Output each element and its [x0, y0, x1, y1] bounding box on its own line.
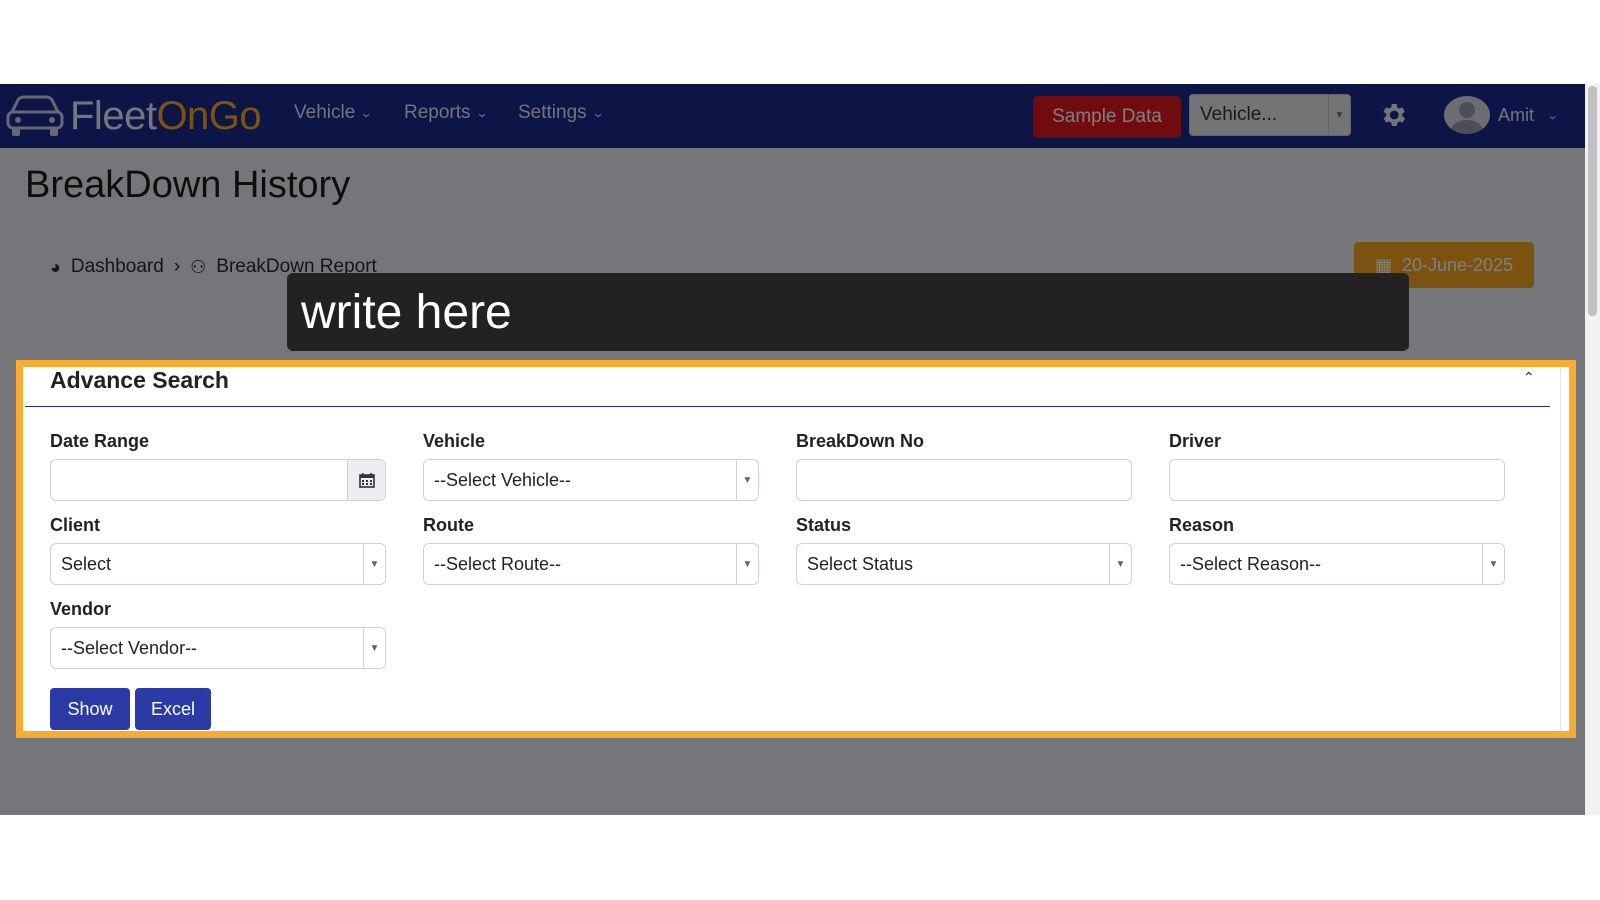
- breakdown-no-label: BreakDown No: [796, 431, 925, 451]
- car-logo-icon: [6, 95, 64, 136]
- vendor-select[interactable]: --Select Vendor-- ▼: [50, 627, 386, 669]
- vehicle-quick-select[interactable]: Vehicle... ▼: [1189, 94, 1351, 136]
- chevron-down-icon: ⌄: [475, 106, 489, 120]
- driver-input[interactable]: [1169, 459, 1505, 501]
- route-label: Route: [423, 515, 474, 535]
- dropdown-arrow-icon: ▼: [736, 460, 758, 500]
- page-scrollbar[interactable]: [1585, 84, 1600, 815]
- vehicle-select[interactable]: --Select Vehicle-- ▼: [423, 459, 759, 501]
- advance-search-title: Advance Search: [50, 367, 229, 393]
- dropdown-arrow-icon: ▼: [363, 628, 385, 668]
- vendor-select-value: --Select Vendor--: [61, 637, 198, 658]
- reason-select[interactable]: --Select Reason-- ▼: [1169, 543, 1505, 585]
- reason-select-value: --Select Reason--: [1180, 553, 1322, 574]
- nav-reports-menu[interactable]: Reports ⌄: [404, 102, 489, 124]
- gear-icon[interactable]: [1378, 100, 1408, 130]
- chevron-down-icon: ⌄: [1546, 109, 1559, 122]
- dashboard-icon: ◕: [50, 256, 61, 277]
- vehicle-label: Vehicle: [423, 431, 486, 451]
- status-select-value: Select Status: [807, 553, 914, 574]
- top-navbar: FleetOnGo Vehicle ⌄ Reports ⌄ Settings ⌄…: [0, 84, 1585, 148]
- show-button[interactable]: Show: [50, 688, 130, 730]
- vehicle-quick-select-value: Vehicle...: [1200, 104, 1278, 125]
- breadcrumb-dashboard[interactable]: Dashboard: [71, 256, 164, 278]
- breadcrumb-separator: ›: [173, 256, 181, 277]
- nav-vehicle-label: Vehicle: [294, 102, 356, 123]
- nav-vehicle-menu[interactable]: Vehicle ⌄: [294, 102, 373, 124]
- nav-settings-menu[interactable]: Settings ⌄: [518, 102, 605, 124]
- user-name: Amit: [1498, 104, 1534, 125]
- date-badge-text: 20-June-2025: [1401, 254, 1514, 275]
- client-label: Client: [50, 515, 101, 535]
- logo[interactable]: FleetOnGo: [4, 92, 262, 140]
- route-select-value: --Select Route--: [434, 553, 562, 574]
- logo-text-ongo: OnGo: [156, 94, 262, 138]
- scrollbar-thumb[interactable]: [1588, 86, 1597, 316]
- logo-text-fleet: Fleet: [70, 94, 157, 138]
- collapse-up-icon[interactable]: ⌃: [1523, 369, 1535, 386]
- status-select[interactable]: Select Status ▼: [796, 543, 1132, 585]
- dropdown-arrow-icon: ▼: [1109, 544, 1131, 584]
- client-select-value: Select: [61, 553, 112, 574]
- nav-settings-label: Settings: [518, 102, 587, 123]
- user-menu[interactable]: Amit ⌄: [1444, 96, 1559, 134]
- advance-search-card: Advance Search ⌃ Date Range Vehicle --Se…: [23, 367, 1561, 731]
- dropdown-arrow-icon: ▼: [1482, 544, 1504, 584]
- sample-data-button[interactable]: Sample Data: [1033, 96, 1181, 138]
- dropdown-arrow-icon: ▼: [363, 544, 385, 584]
- calendar-icon[interactable]: [347, 460, 385, 500]
- reason-label: Reason: [1169, 515, 1235, 535]
- card-divider: [25, 406, 1550, 407]
- nav-reports-label: Reports: [404, 102, 471, 123]
- page-title: BreakDown History: [25, 164, 351, 206]
- excel-button[interactable]: Excel: [135, 688, 211, 730]
- chevron-down-icon: ⌄: [359, 106, 373, 120]
- dropdown-arrow-icon: ▼: [736, 544, 758, 584]
- vehicle-select-value: --Select Vehicle--: [434, 469, 572, 490]
- route-select[interactable]: --Select Route-- ▼: [423, 543, 759, 585]
- users-icon: ⚇: [190, 256, 207, 277]
- driver-label: Driver: [1169, 431, 1222, 451]
- date-range-input[interactable]: [50, 459, 386, 501]
- chevron-down-icon: ⌄: [591, 106, 605, 120]
- breakdown-no-input[interactable]: [796, 459, 1132, 501]
- avatar: [1444, 96, 1490, 134]
- vendor-label: Vendor: [50, 599, 112, 619]
- tooltip-callout: write here: [287, 273, 1409, 351]
- status-label: Status: [796, 515, 852, 535]
- client-select[interactable]: Select ▼: [50, 543, 386, 585]
- date-range-label: Date Range: [50, 431, 150, 451]
- highlight-frame: Advance Search ⌃ Date Range Vehicle --Se…: [16, 360, 1576, 738]
- dropdown-arrow-icon: ▼: [1328, 95, 1350, 135]
